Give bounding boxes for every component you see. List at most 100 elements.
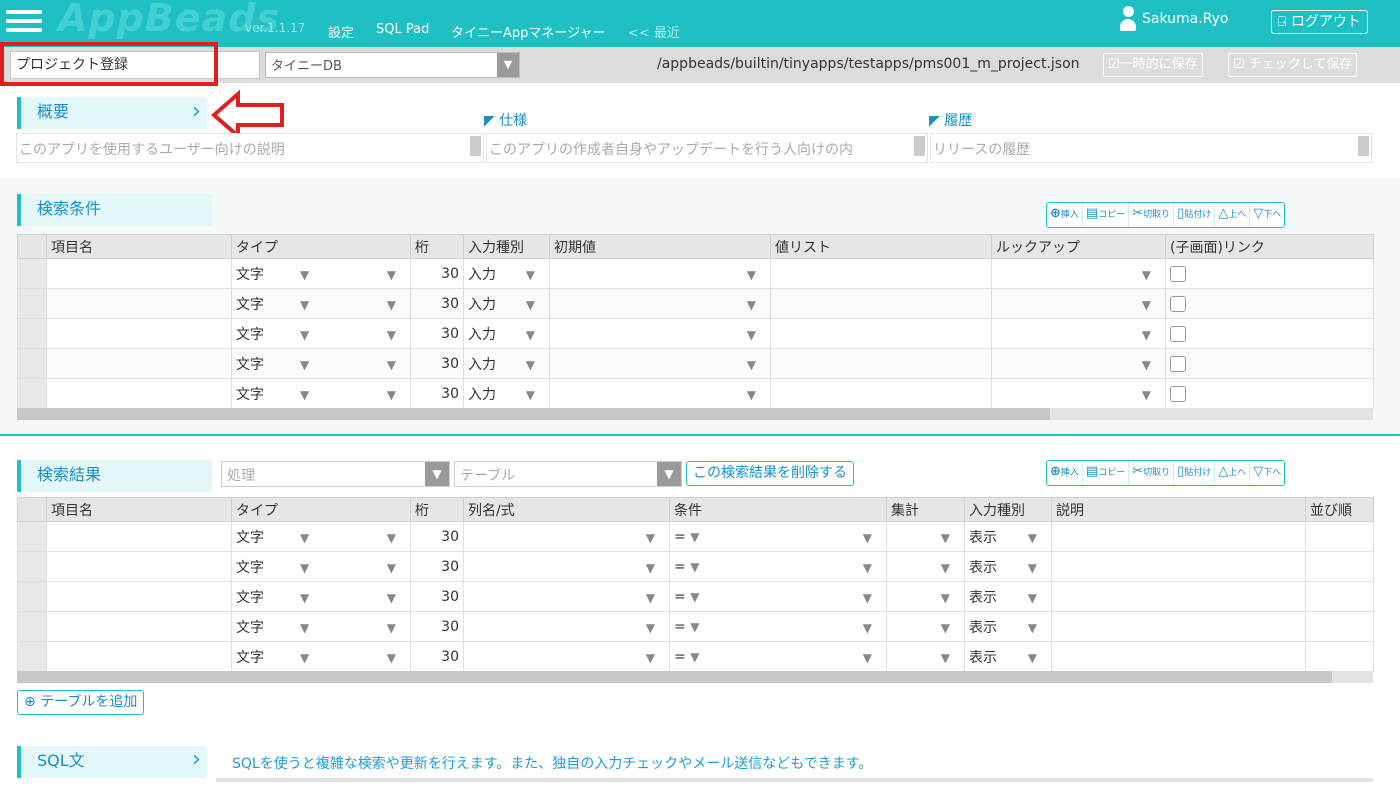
db-select[interactable]: タイニーDB ▼ <box>265 52 520 78</box>
sort-order-input[interactable] <box>1305 641 1374 672</box>
initial-value-select[interactable]: ▼ <box>549 318 771 349</box>
condition-select[interactable]: = ▼ ▼ <box>669 521 887 552</box>
description-input[interactable] <box>1051 581 1306 612</box>
input-type-select[interactable]: 表示 ▼ <box>964 551 1052 582</box>
digits-input[interactable]: 30 <box>410 641 464 672</box>
link-checkbox[interactable] <box>1170 265 1186 282</box>
input-type-select[interactable]: 入力 ▼ <box>463 378 550 409</box>
process-select[interactable]: 処理 ▼ <box>221 461 450 487</box>
digits-input[interactable]: 30 <box>410 288 464 319</box>
type-select[interactable]: 文字 ▼ ▼ <box>231 521 411 552</box>
input-type-select[interactable]: 入力 ▼ <box>463 288 550 319</box>
lookup-select[interactable]: ▼ <box>991 318 1166 349</box>
type-select[interactable]: 文字 ▼ ▼ <box>231 348 411 379</box>
check-save-button[interactable]: ☑ チェックして保存 <box>1228 53 1358 77</box>
initial-value-select[interactable]: ▼ <box>549 258 771 289</box>
lookup-select[interactable]: ▼ <box>991 348 1166 379</box>
digits-input[interactable]: 30 <box>410 318 464 349</box>
description-textarea[interactable]: このアプリを使用するユーザー向けの説明 <box>16 133 484 163</box>
description-input[interactable] <box>1051 551 1306 582</box>
link-checkbox[interactable] <box>1170 355 1186 372</box>
column-expr-select[interactable]: ▼ <box>463 581 670 612</box>
item-name-cell[interactable] <box>46 318 232 349</box>
digits-input[interactable]: 30 <box>410 378 464 409</box>
column-expr-select[interactable]: ▼ <box>463 641 670 672</box>
digits-input[interactable]: 30 <box>410 551 464 582</box>
chevron-right-icon[interactable]: › <box>192 99 201 124</box>
item-name-cell[interactable] <box>46 551 232 582</box>
input-type-select[interactable]: 表示 ▼ <box>964 581 1052 612</box>
row-handle[interactable] <box>17 641 47 672</box>
horizontal-scrollbar[interactable] <box>17 671 1373 683</box>
delete-search-result-button[interactable]: この検索結果を削除する <box>686 461 854 486</box>
row-handle[interactable] <box>17 318 47 349</box>
type-select[interactable]: 文字 ▼ ▼ <box>231 641 411 672</box>
input-type-select[interactable]: 表示 ▼ <box>964 611 1052 642</box>
column-expr-select[interactable]: ▼ <box>463 551 670 582</box>
condition-select[interactable]: = ▼ ▼ <box>669 641 887 672</box>
table-select[interactable]: テーブル ▼ <box>454 461 682 487</box>
paste-row-button[interactable]: ▯貼付け <box>1174 203 1216 227</box>
item-name-cell[interactable] <box>46 521 232 552</box>
item-name-cell[interactable] <box>46 288 232 319</box>
type-select[interactable]: 文字 ▼ ▼ <box>231 378 411 409</box>
sort-order-input[interactable] <box>1305 551 1374 582</box>
type-select[interactable]: 文字 ▼ ▼ <box>231 611 411 642</box>
nav-recent[interactable]: << 最近 <box>628 22 680 41</box>
value-list-input[interactable] <box>770 318 992 349</box>
scrollbar-thumb[interactable] <box>17 671 1332 683</box>
value-list-input[interactable] <box>770 348 992 379</box>
value-list-input[interactable] <box>770 378 992 409</box>
type-select[interactable]: 文字 ▼ ▼ <box>231 581 411 612</box>
type-select[interactable]: 文字 ▼ ▼ <box>231 258 411 289</box>
lookup-select[interactable]: ▼ <box>991 258 1166 289</box>
value-list-input[interactable] <box>770 258 992 289</box>
input-type-select[interactable]: 入力 ▼ <box>463 348 550 379</box>
row-handle[interactable] <box>17 521 47 552</box>
paste-row-button[interactable]: ▯貼付け <box>1174 461 1216 485</box>
move-down-button[interactable]: ▽下へ <box>1250 461 1284 485</box>
item-name-cell[interactable] <box>46 348 232 379</box>
menu-icon[interactable] <box>6 5 42 39</box>
aggregate-select[interactable]: ▼ <box>886 551 965 582</box>
resize-handle[interactable] <box>1358 136 1369 156</box>
description-input[interactable] <box>1051 641 1306 672</box>
condition-select[interactable]: = ▼ ▼ <box>669 551 887 582</box>
type-select[interactable]: 文字 ▼ ▼ <box>231 551 411 582</box>
move-up-button[interactable]: △上へ <box>1215 461 1251 485</box>
item-name-cell[interactable] <box>46 611 232 642</box>
logout-button[interactable]: ⍈ ログアウト <box>1271 10 1368 34</box>
sort-order-input[interactable] <box>1305 611 1374 642</box>
copy-row-button[interactable]: ▤コピー <box>1083 461 1130 485</box>
row-handle[interactable] <box>17 348 47 379</box>
add-table-button[interactable]: ⊕ テーブルを追加 <box>17 690 145 715</box>
item-name-cell[interactable] <box>46 641 232 672</box>
initial-value-select[interactable]: ▼ <box>549 288 771 319</box>
digits-input[interactable]: 30 <box>410 611 464 642</box>
row-handle[interactable] <box>17 288 47 319</box>
cut-row-button[interactable]: ✂切取り <box>1129 461 1175 485</box>
chevron-right-icon[interactable]: › <box>192 747 201 772</box>
link-checkbox[interactable] <box>1170 295 1186 312</box>
row-handle[interactable] <box>17 378 47 409</box>
type-select[interactable]: 文字 ▼ ▼ <box>231 318 411 349</box>
sort-order-input[interactable] <box>1305 581 1374 612</box>
link-checkbox[interactable] <box>1170 385 1186 402</box>
cut-row-button[interactable]: ✂切取り <box>1129 203 1175 227</box>
value-list-input[interactable] <box>770 288 992 319</box>
aggregate-select[interactable]: ▼ <box>886 521 965 552</box>
initial-value-select[interactable]: ▼ <box>549 378 771 409</box>
item-name-cell[interactable] <box>46 258 232 289</box>
move-up-button[interactable]: △上へ <box>1215 203 1251 227</box>
aggregate-select[interactable]: ▼ <box>886 581 965 612</box>
input-type-select[interactable]: 入力 ▼ <box>463 318 550 349</box>
digits-input[interactable]: 30 <box>410 348 464 379</box>
move-down-button[interactable]: ▽下へ <box>1250 203 1284 227</box>
item-name-cell[interactable] <box>46 378 232 409</box>
sort-order-input[interactable] <box>1305 521 1374 552</box>
sql-section-title[interactable]: SQL文 <box>17 746 207 778</box>
aggregate-select[interactable]: ▼ <box>886 611 965 642</box>
history-toggle[interactable]: ◤ 履歴 <box>929 110 972 130</box>
save-temp-button[interactable]: ☑一時的に保存 <box>1103 53 1203 77</box>
nav-tiny-app-manager[interactable]: タイニーAppマネージャー <box>451 22 606 41</box>
